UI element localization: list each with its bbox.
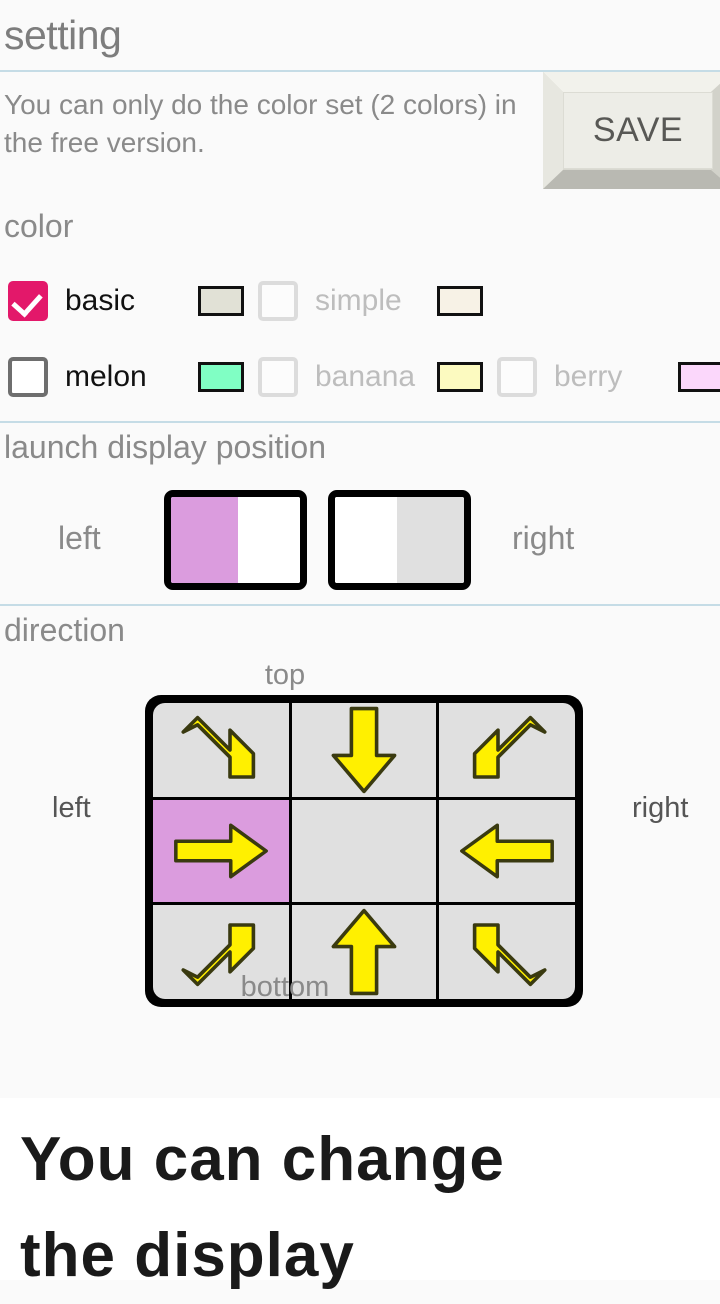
direction-bottom-label: bottom (240, 971, 330, 1003)
footer-line-2: the display (20, 1221, 355, 1290)
launch-position-section: launch display position left right (0, 423, 720, 604)
color-section-label: color (4, 208, 74, 244)
color-section: color basic simple melon banana berry (0, 204, 720, 421)
footer-line-1: You can change (20, 1125, 505, 1194)
launch-position-right-option[interactable] (328, 490, 471, 590)
save-button-label: SAVE (592, 111, 684, 149)
color-option-simple[interactable]: simple (198, 271, 402, 331)
direction-grid (145, 695, 583, 1007)
title-bar: setting (0, 0, 720, 70)
arrow-down-right-icon (181, 715, 256, 779)
direction-top-label: top (264, 659, 306, 691)
color-row-2: melon banana berry (0, 347, 720, 407)
launch-position-label: launch display position (4, 429, 326, 465)
checkbox-banana[interactable] (258, 357, 298, 397)
color-option-melon[interactable]: melon (8, 347, 147, 407)
free-version-notice: You can only do the color set (2 colors)… (4, 89, 517, 158)
color-option-basic[interactable]: basic (8, 271, 135, 331)
color-options: basic simple melon banana berry (0, 271, 720, 407)
direction-cell-right[interactable] (153, 800, 289, 902)
arrow-left-icon (460, 823, 554, 879)
swatch-berry (678, 362, 720, 392)
launch-left-label: left (58, 520, 101, 556)
save-button-face: SAVE (563, 92, 713, 169)
launch-left-fill (171, 497, 239, 583)
color-option-banana[interactable]: banana (198, 347, 415, 407)
color-label-berry: berry (554, 360, 623, 393)
arrow-down-icon (331, 706, 397, 794)
footer-banner: You can change the display (0, 1098, 720, 1290)
direction-section-label: direction (4, 612, 125, 648)
direction-cell-down-right[interactable] (153, 703, 289, 797)
direction-cell-down-left[interactable] (439, 703, 575, 797)
checkbox-basic[interactable] (8, 281, 48, 321)
checkbox-melon[interactable] (8, 357, 48, 397)
notice-row: You can only do the color set (2 colors)… (0, 72, 720, 204)
direction-grid-area: top left right bottom (0, 649, 720, 1039)
direction-left-label: left (52, 792, 91, 824)
checkbox-simple[interactable] (258, 281, 298, 321)
save-button[interactable]: SAVE (543, 72, 720, 189)
page-title: setting (4, 11, 122, 58)
launch-left-empty (238, 497, 300, 583)
swatch-simple-1 (198, 286, 244, 316)
color-label-banana: banana (315, 360, 416, 393)
direction-section: direction top left right bottom (0, 606, 720, 1039)
color-option-simple-extra (437, 271, 483, 331)
arrow-right-icon (174, 823, 268, 879)
color-label-simple: simple (315, 284, 402, 317)
arrow-down-left-icon (472, 715, 547, 779)
swatch-simple-2 (437, 286, 483, 316)
color-option-overflow (678, 347, 720, 407)
direction-cell-down[interactable] (292, 703, 436, 797)
swatch-melon (198, 362, 244, 392)
color-option-berry[interactable]: berry (437, 347, 622, 407)
checkbox-berry[interactable] (497, 357, 537, 397)
direction-cell-left[interactable] (439, 800, 575, 902)
swatch-banana (437, 362, 483, 392)
color-label-basic: basic (65, 284, 136, 317)
direction-right-label: right (632, 792, 689, 824)
launch-right-label: right (512, 520, 575, 556)
color-row-1: basic simple (0, 271, 720, 331)
direction-cell-center-none[interactable] (292, 800, 436, 902)
launch-right-empty (335, 497, 397, 583)
launch-position-options: left right (0, 482, 720, 594)
color-label-melon: melon (65, 360, 147, 393)
launch-right-fill (396, 497, 464, 583)
launch-position-left-option[interactable] (164, 490, 307, 590)
